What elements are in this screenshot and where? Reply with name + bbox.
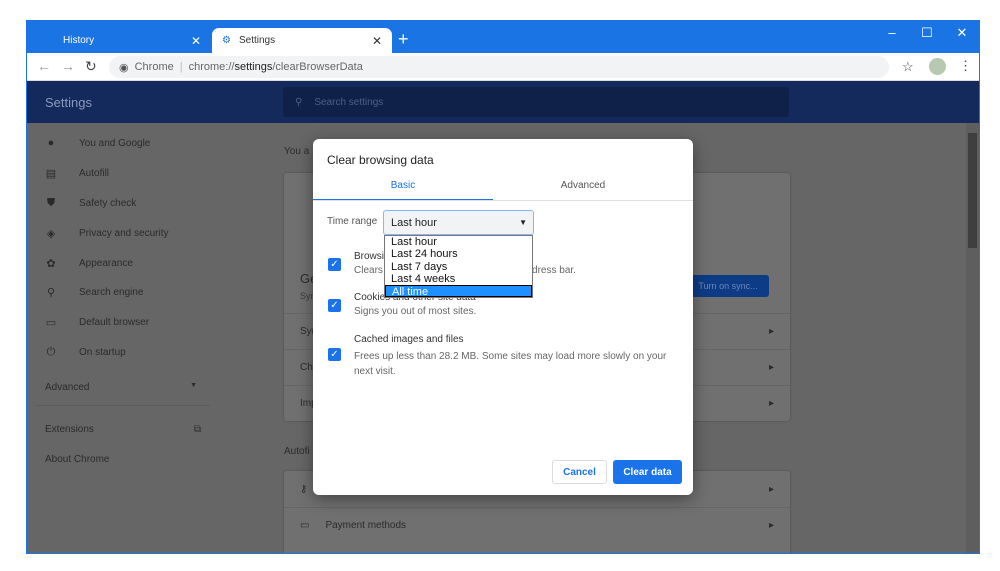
sidebar-item-on-startup[interactable]: ⏻ On startup (45, 346, 126, 359)
sidebar-item-appearance[interactable]: ✿ Appearance (45, 257, 133, 270)
bookmark-star-icon[interactable]: ☆ (902, 59, 914, 75)
dropdown-arrow-icon: ▼ (519, 218, 527, 227)
tab-history[interactable]: History ✕ (31, 28, 211, 53)
credit-card-icon: ▭ (300, 520, 310, 531)
option-last-4-weeks[interactable]: Last 4 weeks (385, 273, 532, 285)
sidebar-item-search-engine[interactable]: ⚲ Search engine (45, 286, 144, 299)
search-input[interactable]: ⚲ Search settings (283, 87, 789, 117)
option-last-24-hours[interactable]: Last 24 hours (385, 248, 532, 260)
section-heading: You a (284, 146, 310, 157)
time-range-select[interactable]: Last hour ▼ (383, 210, 534, 235)
menu-icon[interactable]: ⋮ (959, 58, 972, 74)
chevron-right-icon: ▸ (768, 520, 774, 531)
reload-button[interactable]: ↻ (85, 58, 97, 75)
option-all-time[interactable]: All time (385, 285, 532, 298)
chevron-right-icon: ▸ (768, 326, 774, 337)
gear-icon: ⚙ (222, 35, 231, 46)
browsing-history-checkbox[interactable]: ✓ (328, 258, 341, 271)
sidebar-item-default-browser[interactable]: ▭ Default browser (45, 316, 149, 329)
sidebar-extensions[interactable]: Extensions ⧉ (45, 424, 201, 435)
tab-advanced[interactable]: Advanced (493, 175, 673, 201)
chevron-down-icon: ▼ (190, 382, 197, 389)
dialog-title: Clear browsing data (327, 153, 434, 167)
maximize-button[interactable]: ☐ (912, 25, 942, 41)
option-last-hour[interactable]: Last hour (385, 236, 532, 248)
address-bar[interactable]: ◉ Chrome | chrome://settings/clearBrowse… (109, 56, 889, 78)
payment-methods-row[interactable]: ▭ Payment methods ▸ (284, 507, 790, 543)
tab-label: History (63, 35, 95, 46)
back-button[interactable]: ← (37, 58, 51, 74)
cookies-checkbox[interactable]: ✓ (328, 299, 341, 312)
person-icon: ● (47, 137, 55, 149)
site-label: Chrome (134, 61, 174, 73)
palette-icon: ✿ (46, 258, 56, 270)
clipboard-icon: ▤ (45, 168, 57, 180)
browser-icon: ▭ (45, 317, 57, 329)
chrome-icon: ◉ (119, 61, 129, 74)
section-heading: Autofi (284, 446, 310, 457)
sidebar-advanced[interactable]: Advanced ▼ (45, 382, 197, 393)
divider (35, 405, 210, 406)
cached-images-checkbox[interactable]: ✓ (328, 348, 341, 361)
new-tab-button[interactable]: + (398, 29, 409, 50)
close-window-button[interactable]: ✕ (947, 25, 977, 41)
settings-header: Settings ⚲ Search settings (27, 81, 979, 123)
toolbar: ← → ↻ ◉ Chrome | chrome://settings/clear… (27, 53, 979, 81)
time-range-options: Last hour Last 24 hours Last 7 days Last… (384, 235, 533, 299)
url-text: chrome://settings/clearBrowserData (188, 61, 363, 73)
close-tab-icon[interactable]: ✕ (191, 34, 201, 48)
search-icon: ⚲ (46, 287, 56, 299)
clear-data-button[interactable]: Clear data (613, 460, 682, 484)
sidebar-item-privacy[interactable]: ◈ Privacy and security (45, 227, 169, 240)
close-tab-icon[interactable]: ✕ (372, 34, 382, 48)
tab-basic[interactable]: Basic (313, 175, 493, 201)
clear-browsing-data-dialog: Clear browsing data Basic Advanced Time … (313, 139, 693, 495)
forward-button[interactable]: → (61, 58, 75, 74)
shield-check-icon: ⛊ (46, 197, 56, 209)
chevron-right-icon: ▸ (768, 398, 774, 409)
chevron-right-icon: ▸ (768, 362, 774, 373)
search-icon: ⚲ (295, 96, 303, 108)
divider (313, 200, 693, 201)
tab-bar: History ✕ ⚙ Settings ✕ + – ☐ ✕ (27, 21, 979, 53)
sidebar-item-you-and-google[interactable]: ● You and Google (45, 137, 151, 149)
cached-images-item: Cached images and files Frees up less tha… (354, 334, 667, 377)
sidebar-item-autofill[interactable]: ▤ Autofill (45, 167, 109, 180)
chevron-right-icon: ▸ (768, 483, 774, 495)
avatar[interactable] (929, 58, 946, 75)
turn-on-sync-button[interactable]: Turn on sync... (687, 275, 769, 297)
sidebar-item-safety-check[interactable]: ⛊ Safety check (45, 197, 136, 210)
tab-label: Settings (238, 35, 276, 46)
sidebar-about-chrome[interactable]: About Chrome (45, 454, 109, 465)
option-last-7-days[interactable]: Last 7 days (385, 261, 532, 273)
page-title: Settings (45, 95, 92, 110)
time-range-label: Time range (327, 216, 378, 227)
tab-settings[interactable]: ⚙ Settings ✕ (212, 28, 392, 53)
external-link-icon: ⧉ (193, 424, 201, 435)
cancel-button[interactable]: Cancel (552, 460, 607, 484)
power-icon: ⏻ (46, 346, 56, 358)
shield-icon: ◈ (46, 228, 56, 240)
scrollbar-thumb[interactable] (968, 133, 977, 248)
scrollbar[interactable] (966, 123, 979, 553)
key-icon: ⚷ (300, 483, 308, 495)
minimize-button[interactable]: – (877, 25, 907, 40)
